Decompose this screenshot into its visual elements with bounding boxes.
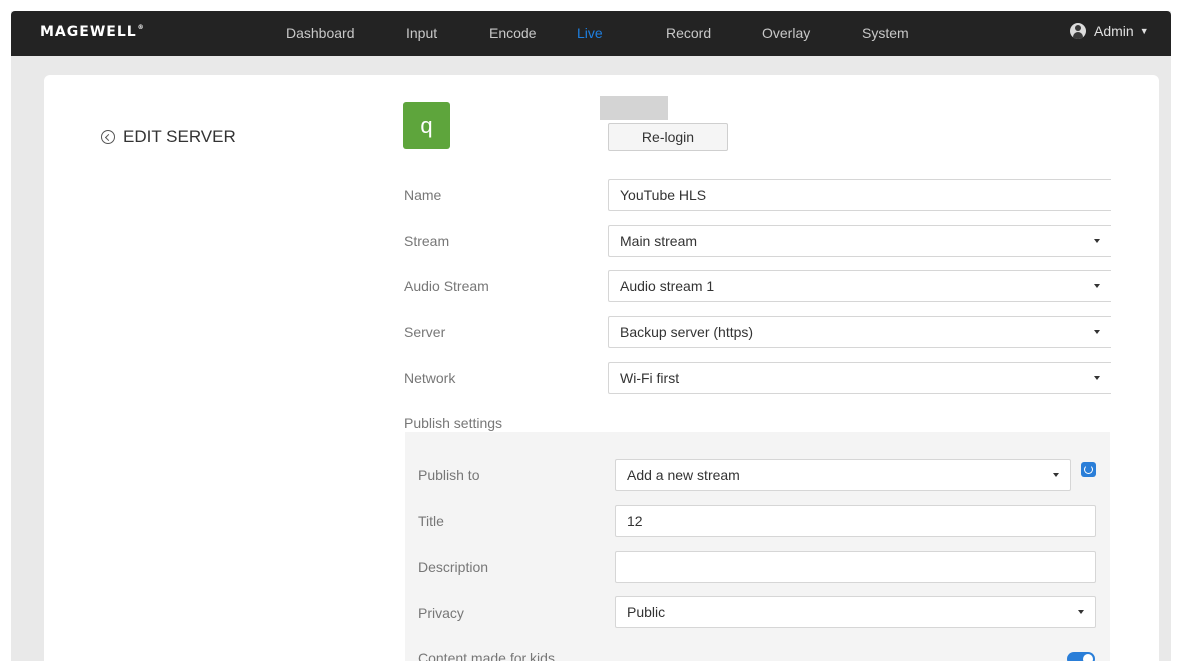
caret-down-icon [1094,239,1100,243]
nav-encode[interactable]: Encode [489,25,536,41]
privacy-label: Privacy [418,605,464,621]
network-select[interactable]: Wi-Fi first [608,362,1111,394]
title-label: Title [418,513,444,529]
privacy-value: Public [627,604,666,620]
publish-to-value: Add a new stream [627,467,740,483]
server-label: Server [404,324,446,340]
name-value: YouTube HLS [620,187,707,203]
audio-stream-value: Audio stream 1 [620,278,715,294]
title-input[interactable]: 12 [615,505,1096,537]
relogin-button[interactable]: Re-login [608,123,728,151]
back-circle-icon [101,130,115,144]
edit-server-card: EDIT SERVER q Re-login Name YouTube HLS … [44,75,1159,661]
publish-to-select[interactable]: Add a new stream [615,459,1071,491]
user-menu[interactable]: Admin ▼ [1070,23,1149,39]
nav-record[interactable]: Record [666,25,711,41]
stream-value: Main stream [620,233,698,249]
made-for-kids-label: Content made for kids [418,650,555,661]
nav-overlay[interactable]: Overlay [762,25,810,41]
account-name-redacted [600,96,668,120]
caret-down-icon [1094,284,1100,288]
nav-input[interactable]: Input [406,25,437,41]
app-frame: MAGEWELL® Dashboard Input Encode Live Re… [11,11,1171,661]
user-icon [1070,23,1086,39]
page-title: EDIT SERVER [123,127,236,146]
made-for-kids-toggle[interactable] [1067,652,1095,661]
stream-select[interactable]: Main stream [608,225,1111,257]
magewell-logo[interactable]: MAGEWELL® [40,24,145,40]
nav-live[interactable]: Live [577,25,603,41]
description-input[interactable] [615,551,1096,583]
server-value: Backup server (https) [620,324,754,340]
publish-settings-heading: Publish settings [404,415,503,431]
caret-down-icon [1094,376,1100,380]
nav-dashboard[interactable]: Dashboard [286,25,355,41]
user-name: Admin [1094,23,1134,39]
name-input[interactable]: YouTube HLS [608,179,1111,211]
audio-stream-select[interactable]: Audio stream 1 [608,270,1111,302]
network-value: Wi-Fi first [620,370,680,386]
audio-stream-label: Audio Stream [404,278,489,294]
chevron-down-icon: ▼ [1139,26,1149,36]
nav-system[interactable]: System [862,25,909,41]
account-avatar: q [403,102,450,149]
top-navbar: MAGEWELL® Dashboard Input Encode Live Re… [11,11,1171,56]
publish-to-label: Publish to [418,467,480,483]
caret-down-icon [1053,473,1059,477]
stream-label: Stream [404,233,450,249]
refresh-icon[interactable] [1081,462,1096,477]
back-button[interactable]: EDIT SERVER [101,127,236,147]
network-label: Network [404,370,456,386]
title-value: 12 [627,513,643,529]
caret-down-icon [1094,330,1100,334]
description-label: Description [418,559,489,575]
server-select[interactable]: Backup server (https) [608,316,1111,348]
caret-down-icon [1078,610,1084,614]
privacy-select[interactable]: Public [615,596,1096,628]
name-label: Name [404,187,442,203]
